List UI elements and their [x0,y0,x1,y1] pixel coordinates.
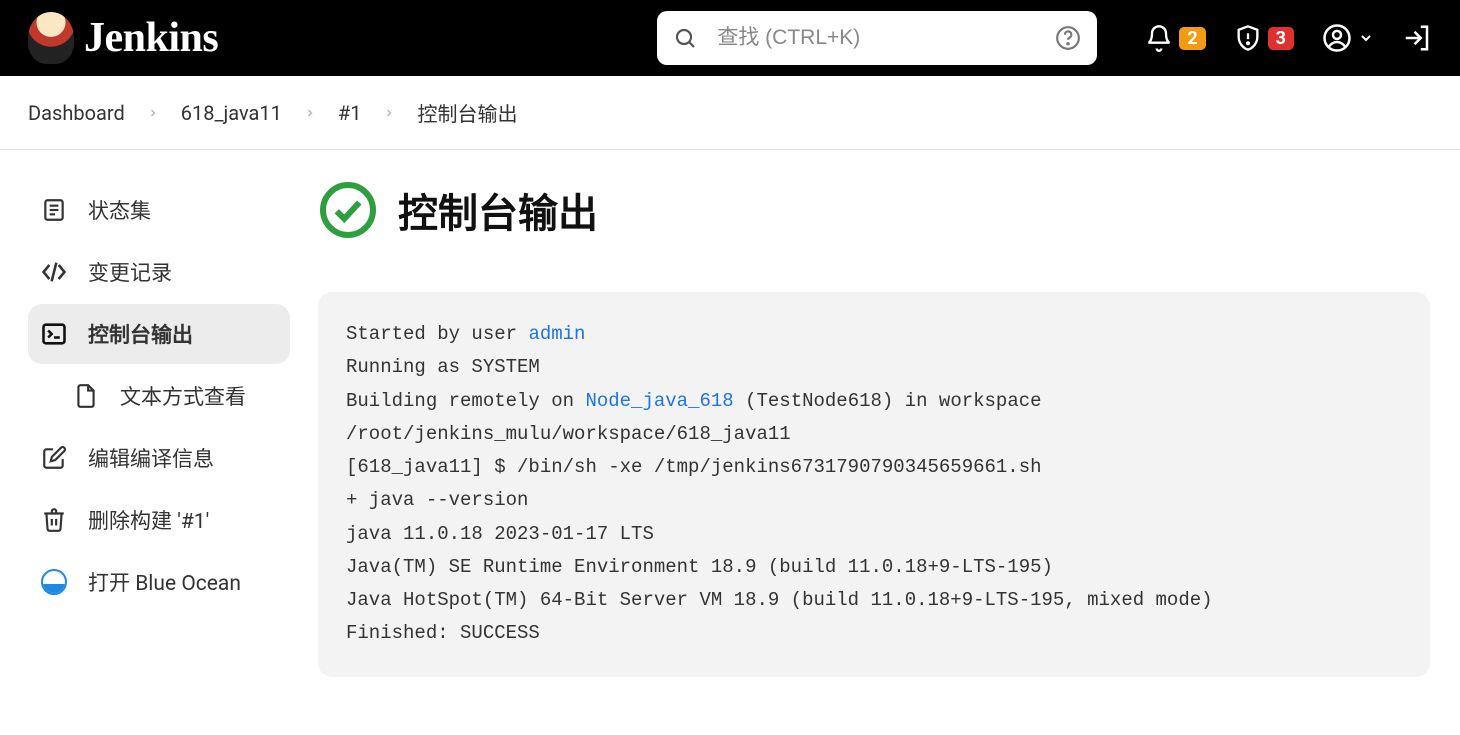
app-name: Jenkins [84,14,218,62]
breadcrumb: Dashboard 618_java11 #1 控制台输出 [0,76,1460,150]
console-node-link[interactable]: Node_java_618 [585,390,733,412]
page-title: 控制台输出 [398,181,598,239]
sidebar-item-label: 状态集 [88,195,151,225]
sidebar-item-blue-ocean[interactable]: 打开 Blue Ocean [28,552,290,612]
alert-badge: 3 [1268,27,1294,50]
sidebar-item-label: 打开 Blue Ocean [88,567,241,597]
breadcrumb-item[interactable]: 618_java11 [181,101,282,125]
top-header: Jenkins 2 3 [0,0,1460,76]
success-check-icon [318,180,378,240]
shield-alert-icon [1234,24,1262,52]
breadcrumb-item[interactable]: Dashboard [28,101,125,125]
console-line: Running as SYSTEM [346,356,540,378]
console-line: Java(TM) SE Runtime Environment 18.9 (bu… [346,556,1053,578]
header-actions: 2 3 [1145,23,1432,53]
console-line: Java HotSpot(TM) 64-Bit Server VM 18.9 (… [346,589,1213,611]
chevron-right-icon [147,107,159,119]
sidebar-item-label: 文本方式查看 [120,381,246,411]
user-icon [1322,23,1352,53]
jenkins-logo-icon [28,12,74,64]
search-input[interactable] [717,26,1035,50]
bell-icon [1145,24,1173,52]
sidebar-item-changes[interactable]: 变更记录 [28,242,290,302]
notif-badge: 2 [1179,27,1205,50]
chevron-right-icon [383,107,395,119]
sidebar-item-delete-build[interactable]: 删除构建 '#1' [28,490,290,550]
user-menu[interactable] [1322,23,1374,53]
sidebar-item-status[interactable]: 状态集 [28,180,290,240]
logout-icon [1402,23,1432,53]
logo-area[interactable]: Jenkins [28,12,218,64]
console-line: Building remotely on [346,390,585,412]
breadcrumb-item[interactable]: #1 [338,101,362,125]
terminal-icon [40,320,68,348]
console-output: Started by user admin Running as SYSTEM … [318,292,1430,677]
search-icon [673,26,697,50]
logout-button[interactable] [1402,23,1432,53]
sidebar-item-label: 删除构建 '#1' [88,505,209,535]
main-layout: 状态集 变更记录 控制台输出 文本方式查看 编辑编译信息 [0,150,1460,677]
console-line: [618_java11] $ /bin/sh -xe /tmp/jenkins6… [346,456,1042,478]
sidebar-item-label: 编辑编译信息 [88,443,214,473]
console-line: + java --version [346,489,528,511]
document-icon [72,382,100,410]
chevron-down-icon [1358,30,1374,46]
sidebar-item-console[interactable]: 控制台输出 [28,304,290,364]
trash-icon [40,506,68,534]
sidebar-item-label: 控制台输出 [88,319,193,349]
console-line: java 11.0.18 2023-01-17 LTS [346,523,654,545]
chevron-right-icon [304,107,316,119]
blue-ocean-icon [40,568,68,596]
page-title-row: 控制台输出 [318,180,1430,240]
sidebar-item-edit-build[interactable]: 编辑编译信息 [28,428,290,488]
help-icon[interactable] [1055,25,1081,51]
edit-icon [40,444,68,472]
sidebar: 状态集 变更记录 控制台输出 文本方式查看 编辑编译信息 [0,150,300,677]
notifications-button[interactable]: 2 [1145,24,1205,52]
sidebar-item-console-text[interactable]: 文本方式查看 [60,366,290,426]
sidebar-item-label: 变更记录 [88,257,172,287]
content-area: 控制台输出 Started by user admin Running as S… [300,150,1460,677]
alerts-button[interactable]: 3 [1234,24,1294,52]
console-user-link[interactable]: admin [528,323,585,345]
console-line: Finished: SUCCESS [346,622,540,644]
code-icon [40,258,68,286]
search-box[interactable] [657,11,1097,65]
status-icon [40,196,68,224]
breadcrumb-item[interactable]: 控制台输出 [417,98,517,127]
console-line: Started by user [346,323,528,345]
